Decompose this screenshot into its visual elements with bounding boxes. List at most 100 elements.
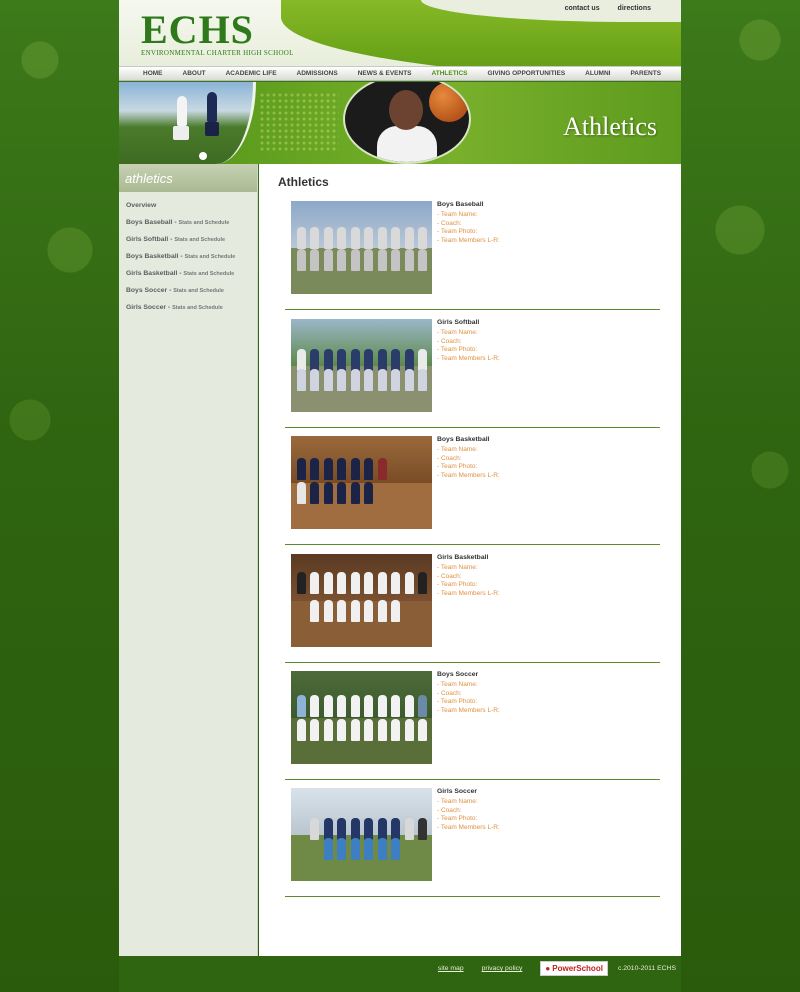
coach-field: - Coach: bbox=[437, 689, 462, 697]
team-photo[interactable] bbox=[291, 788, 432, 881]
team-photo-field: - Team Photo: bbox=[437, 463, 478, 471]
sidebar-item-overview[interactable]: Overview bbox=[119, 197, 257, 214]
team-name: Boys Baseball bbox=[437, 201, 484, 208]
team-photo[interactable] bbox=[291, 436, 432, 529]
team-name: Boys Basketball bbox=[437, 436, 490, 443]
directions-link[interactable]: directions bbox=[618, 5, 651, 12]
site-footer: site map privacy policy ● PowerSchool c.2… bbox=[119, 956, 681, 992]
page-title: Athletics bbox=[278, 175, 329, 189]
team-entry-girls-softball: Girls Softball - Team Name: - Coach: - T… bbox=[285, 310, 660, 428]
team-photo[interactable] bbox=[291, 319, 432, 412]
sidebar-list: Overview Boys Baseball - Stats and Sched… bbox=[119, 192, 257, 316]
sidebar-item-girls-basketball[interactable]: Girls Basketball - Stats and Schedule bbox=[119, 265, 257, 282]
team-name-field: - Team Name: bbox=[437, 798, 478, 805]
team-name-field: - Team Name: bbox=[437, 329, 478, 336]
nav-item-alumni[interactable]: ALUMNI bbox=[585, 70, 610, 77]
site-header: ECHS ENVIRONMENTAL CHARTER HIGH SCHOOL c… bbox=[119, 0, 681, 66]
main-nav: HOME ABOUT ACADEMIC LIFE ADMISSIONS NEWS… bbox=[119, 66, 681, 81]
sidebar-item-label: Girls Softball - bbox=[126, 236, 175, 243]
sidebar-item-sublabel: Stats and Schedule bbox=[183, 271, 235, 277]
sidebar-item-sublabel: Stats and Schedule bbox=[172, 305, 223, 311]
team-members-field: - Team Members L-R: bbox=[437, 589, 500, 597]
team-name: Boys Soccer bbox=[437, 671, 479, 678]
team-photo-field: - Team Photo: bbox=[437, 815, 478, 823]
top-links: contact us directions bbox=[549, 5, 651, 12]
team-entry-boys-baseball: Boys Baseball - Team Name: - Coach: - Te… bbox=[285, 192, 660, 310]
team-entry-boys-soccer: Boys Soccer - Team Name: - Coach: - Team… bbox=[285, 662, 660, 780]
sidebar-item-label: Boys Basketball - bbox=[126, 253, 185, 260]
banner-title: Athletics bbox=[563, 112, 657, 141]
powerschool-label: PowerSchool bbox=[552, 964, 603, 973]
sidebar-item-boys-soccer[interactable]: Boys Soccer - Stats and Schedule bbox=[119, 282, 257, 299]
sidebar-item-label: Girls Soccer - bbox=[126, 304, 173, 311]
logo-mark: ECHS bbox=[141, 7, 254, 52]
team-info: Girls Basketball - Team Name: - Coach: -… bbox=[437, 554, 500, 598]
team-name-field: - Team Name: bbox=[437, 446, 478, 453]
team-name: Girls Softball bbox=[437, 319, 480, 326]
team-name-field: - Team Name: bbox=[437, 564, 478, 571]
team-info: Girls Soccer - Team Name: - Coach: - Tea… bbox=[437, 788, 500, 832]
nav-item-news-events[interactable]: NEWS & EVENTS bbox=[358, 70, 412, 77]
coach-field: - Coach: bbox=[437, 219, 462, 227]
sidebar-item-label: Overview bbox=[126, 202, 157, 209]
team-entry-girls-soccer: Girls Soccer - Team Name: - Coach: - Tea… bbox=[285, 779, 660, 897]
team-info: Boys Soccer - Team Name: - Coach: - Team… bbox=[437, 671, 500, 715]
team-photo[interactable] bbox=[291, 671, 432, 764]
nav-item-parents[interactable]: PARENTS bbox=[630, 70, 661, 77]
sidebar-heading: athletics bbox=[119, 164, 257, 192]
coach-field: - Coach: bbox=[437, 572, 462, 580]
athletics-banner: Athletics bbox=[119, 82, 681, 164]
team-entry-boys-basketball: Boys Basketball - Team Name: - Coach: - … bbox=[285, 427, 660, 545]
team-photo[interactable] bbox=[291, 554, 432, 647]
team-photo-field: - Team Photo: bbox=[437, 228, 478, 236]
main-content: Athletics Boys Baseball - Team Name: - C… bbox=[259, 164, 681, 956]
contact-us-link[interactable]: contact us bbox=[565, 5, 600, 12]
coach-field: - Coach: bbox=[437, 337, 462, 345]
basketball-player-photo bbox=[343, 82, 471, 164]
team-members-field: - Team Members L-R: bbox=[437, 471, 500, 479]
sidebar-item-sublabel: Stats and Schedule bbox=[184, 254, 236, 260]
team-info: Boys Baseball - Team Name: - Coach: - Te… bbox=[437, 201, 500, 245]
sidebar-item-girls-softball[interactable]: Girls Softball - Stats and Schedule bbox=[119, 231, 257, 248]
powerschool-logo[interactable]: ● PowerSchool bbox=[540, 961, 608, 976]
nav-item-academic-life[interactable]: ACADEMIC LIFE bbox=[226, 70, 277, 77]
sidebar-item-girls-soccer[interactable]: Girls Soccer - Stats and Schedule bbox=[119, 299, 257, 316]
team-members-field: - Team Members L-R: bbox=[437, 706, 500, 714]
team-photo[interactable] bbox=[291, 201, 432, 294]
nav-item-admissions[interactable]: ADMISSIONS bbox=[297, 70, 338, 77]
site-map-link[interactable]: site map bbox=[438, 965, 464, 972]
team-info: Girls Softball - Team Name: - Coach: - T… bbox=[437, 319, 500, 363]
sidebar-item-sublabel: Stats and Schedule bbox=[174, 237, 226, 243]
coach-field: - Coach: bbox=[437, 806, 462, 814]
team-name: Girls Soccer bbox=[437, 788, 478, 795]
team-photo-field: - Team Photo: bbox=[437, 581, 478, 589]
coach-field: - Coach: bbox=[437, 454, 462, 462]
copyright: c.2010-2011 ECHS bbox=[617, 965, 676, 972]
team-name-field: - Team Name: bbox=[437, 681, 478, 688]
page-wrapper: ECHS ENVIRONMENTAL CHARTER HIGH SCHOOL c… bbox=[119, 0, 681, 992]
team-info: Boys Basketball - Team Name: - Coach: - … bbox=[437, 436, 500, 480]
site-logo[interactable]: ECHS ENVIRONMENTAL CHARTER HIGH SCHOOL bbox=[141, 7, 294, 58]
sidebar-item-sublabel: Stats and Schedule bbox=[173, 288, 224, 294]
banner-glitter bbox=[259, 92, 339, 152]
sidebar-item-boys-baseball[interactable]: Boys Baseball - Stats and Schedule bbox=[119, 214, 257, 231]
nav-item-giving-opportunities[interactable]: GIVING OPPORTUNITIES bbox=[488, 70, 566, 77]
nav-item-about[interactable]: ABOUT bbox=[183, 70, 206, 77]
team-members-field: - Team Members L-R: bbox=[437, 354, 500, 362]
sidebar-item-boys-basketball[interactable]: Boys Basketball - Stats and Schedule bbox=[119, 248, 257, 265]
team-entry-girls-basketball: Girls Basketball - Team Name: - Coach: -… bbox=[285, 545, 660, 663]
apple-icon: ● bbox=[545, 964, 551, 973]
team-members-field: - Team Members L-R: bbox=[437, 236, 500, 244]
sidebar-item-sublabel: Stats and Schedule bbox=[178, 220, 230, 226]
team-members-field: - Team Members L-R: bbox=[437, 823, 500, 831]
team-photo-field: - Team Photo: bbox=[437, 346, 478, 354]
nav-item-home[interactable]: HOME bbox=[143, 70, 163, 77]
team-photo-field: - Team Photo: bbox=[437, 698, 478, 706]
soccer-players-photo bbox=[119, 82, 256, 164]
logo-subtitle: ENVIRONMENTAL CHARTER HIGH SCHOOL bbox=[141, 49, 294, 57]
footer-links: site map privacy policy ● PowerSchool c.2… bbox=[438, 961, 676, 976]
sidebar-item-label: Boys Baseball - bbox=[126, 219, 179, 226]
privacy-policy-link[interactable]: privacy policy bbox=[482, 965, 523, 972]
team-name-field: - Team Name: bbox=[437, 211, 478, 218]
nav-item-athletics[interactable]: ATHLETICS bbox=[432, 70, 468, 77]
